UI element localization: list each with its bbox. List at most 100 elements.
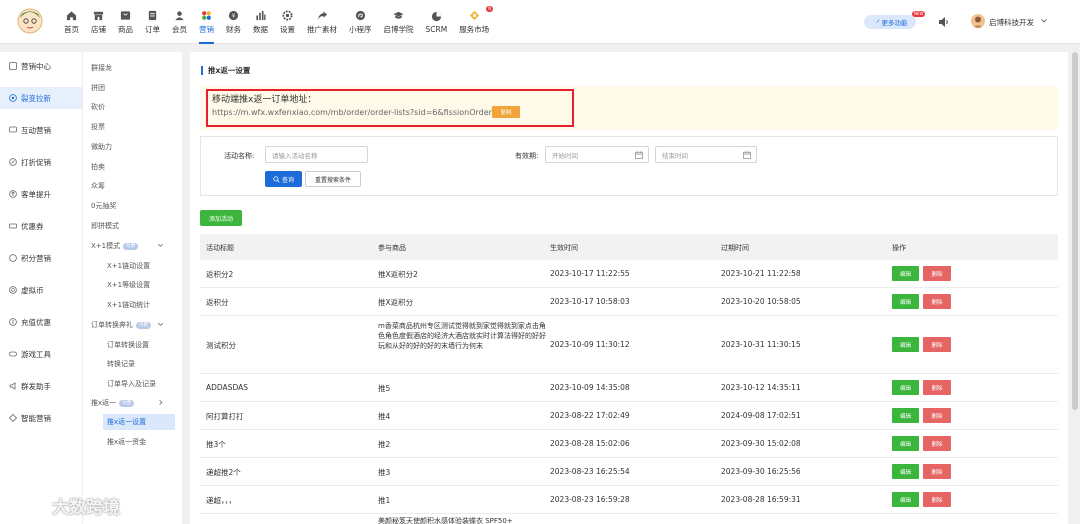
edit-button[interactable]: 编辑	[892, 464, 919, 479]
data-icon	[255, 9, 267, 21]
sidebar-sub-push-settings[interactable]: 推x返一设置	[107, 417, 146, 427]
nav-marketing[interactable]: 营销	[193, 0, 220, 44]
nav-store[interactable]: 店铺	[85, 0, 112, 44]
search-icon	[273, 175, 280, 183]
nav-academy[interactable]: 启博学院	[378, 0, 420, 44]
sidebar-item-marketing-center[interactable]: 营销中心	[0, 55, 82, 77]
more-features-button[interactable]: 更多功能	[864, 15, 916, 29]
edit-button[interactable]: 编辑	[892, 492, 919, 507]
logo-avatar-icon[interactable]	[16, 6, 44, 36]
sidebar-sub-instant-group[interactable]: 即拼模式	[91, 221, 119, 231]
sidebar-sub-auction[interactable]: 拍卖	[91, 162, 105, 172]
page-scrollbar[interactable]	[1072, 52, 1078, 410]
copy-button[interactable]: 复制	[492, 106, 520, 118]
edit-button[interactable]: 编辑	[892, 294, 919, 309]
chevron-right-icon[interactable]	[157, 399, 164, 406]
activity-name-input[interactable]: 请输入活动名称	[265, 146, 368, 163]
delete-button[interactable]: 删除	[923, 436, 951, 451]
delete-button[interactable]: 删除	[923, 266, 951, 281]
page-title: 推x返一设置	[201, 66, 250, 75]
sidebar-group-push-x-return-1[interactable]: 推x返一 付费	[91, 398, 135, 408]
user-name[interactable]: 启博科技开发	[989, 17, 1034, 28]
search-button[interactable]: 查询	[265, 171, 302, 187]
delete-button[interactable]: 删除	[923, 408, 951, 423]
sidebar-item-virtual-coin[interactable]: 虚拟币	[0, 279, 82, 301]
delete-button[interactable]: 删除	[923, 337, 951, 352]
sidebar-sub-push-funds[interactable]: 推x返一资金	[107, 437, 146, 447]
sidebar-item-coupon[interactable]: 优惠券	[0, 215, 82, 237]
sidebar-item-game-tools[interactable]: 游戏工具	[0, 343, 82, 365]
nav-scrm[interactable]: SCRM	[420, 0, 454, 44]
nav-member[interactable]: 会员	[166, 0, 193, 44]
sidebar-sub-x1-stats[interactable]: X+1链动统计	[107, 300, 150, 310]
nav-promo-material[interactable]: 推广素材	[301, 0, 343, 44]
table-row: 递超，，， 推1 2023-08-23 16:59:28 2023-08-28 …	[200, 486, 1058, 514]
sidebar-sub-convert-records[interactable]: 转换记录	[107, 359, 135, 369]
sidebar-item-order-boost[interactable]: 客单提升	[0, 183, 82, 205]
sidebar-item-mass-send[interactable]: 群发助手	[0, 375, 82, 397]
sidebar-sub-pintuan[interactable]: 拼团	[91, 83, 105, 93]
points-icon	[8, 254, 17, 263]
nav-order[interactable]: 订单	[139, 0, 166, 44]
sidebar-sub-group-buy[interactable]: 群接龙	[91, 63, 112, 73]
sidebar-sub-assist[interactable]: 微助力	[91, 142, 112, 152]
sidebar-sub-crowdfund[interactable]: 众筹	[91, 181, 105, 191]
broadcast-icon	[8, 382, 17, 391]
reset-button[interactable]: 重置搜索条件	[305, 171, 361, 187]
sidebar-group-x-plus-1[interactable]: X+1模式 付费	[91, 241, 139, 251]
chevron-down-icon[interactable]	[157, 321, 164, 328]
nav-settings[interactable]: 设置	[274, 0, 301, 44]
table-row: 递超推2个 推3 2023-08-23 16:25:54 2023-09-30 …	[200, 458, 1058, 486]
start-time-input[interactable]: 开始时间	[545, 146, 649, 163]
delete-button[interactable]: 删除	[923, 492, 951, 507]
edit-button[interactable]: 编辑	[892, 436, 919, 451]
gamepad-icon	[8, 350, 17, 359]
chevron-down-icon[interactable]	[157, 242, 164, 249]
sidebar-item-smart-marketing[interactable]: 智能营销	[0, 407, 82, 429]
nav-miniprogram[interactable]: 小程序	[343, 0, 378, 44]
rocket-icon	[873, 18, 880, 25]
nav-product[interactable]: 商品	[112, 0, 139, 44]
delete-button[interactable]: 删除	[923, 294, 951, 309]
sidebar-item-recharge[interactable]: 充值优惠	[0, 311, 82, 333]
sidebar-sub-x1-settings[interactable]: X+1链动设置	[107, 261, 150, 271]
scrm-icon	[430, 10, 442, 22]
speaker-icon[interactable]	[938, 16, 950, 28]
sidebar-sub-x1-levels[interactable]: X+1等级设置	[107, 280, 150, 290]
chevron-down-icon[interactable]	[1040, 17, 1048, 25]
activity-name-label: 活动名称:	[224, 152, 255, 160]
watermark-logo-icon	[8, 496, 47, 514]
sidebar-sub-vote[interactable]: 投票	[91, 122, 105, 132]
sidebar-item-fission[interactable]: 裂变拉新	[0, 87, 82, 109]
col-start: 生效时间	[550, 244, 578, 252]
sidebar-sub-convert-settings[interactable]: 订单转换设置	[107, 340, 149, 350]
sidebar-item-discount[interactable]: 打折促销	[0, 151, 82, 173]
table-row: 美颜秘笈天使颜积水感体验装蝶衣 SPF50+	[200, 514, 1058, 524]
sidebar-sub-order-import[interactable]: 订单导入及记录	[107, 379, 156, 389]
nav-finance[interactable]: ¥ 财务	[220, 0, 247, 44]
sidebar-sub-bargain[interactable]: 砍价	[91, 102, 105, 112]
new-badge: N	[486, 6, 494, 12]
recharge-icon	[8, 318, 17, 327]
end-time-input[interactable]: 结束时间	[655, 146, 757, 163]
sidebar-sub-free-lottery[interactable]: 0元抽奖	[91, 201, 116, 211]
paid-badge: 付费	[123, 242, 139, 250]
nav-data[interactable]: 数据	[247, 0, 274, 44]
more-new-badge: NEW	[912, 11, 926, 17]
fission-icon	[8, 94, 17, 103]
add-activity-button[interactable]: 添加活动	[200, 210, 242, 226]
delete-button[interactable]: 删除	[923, 380, 951, 395]
sidebar-group-order-convert[interactable]: 订单转换奔礼 付费	[91, 320, 151, 330]
nav-home[interactable]: 首页	[58, 0, 85, 44]
edit-button[interactable]: 编辑	[892, 380, 919, 395]
edit-button[interactable]: 编辑	[892, 266, 919, 281]
edit-button[interactable]: 编辑	[892, 337, 919, 352]
table-row: 推3个 推2 2023-08-28 15:02:06 2023-09-30 15…	[200, 430, 1058, 458]
edit-button[interactable]: 编辑	[892, 408, 919, 423]
sidebar-item-interactive[interactable]: 互动营销	[0, 119, 82, 141]
delete-button[interactable]: 删除	[923, 464, 951, 479]
sidebar-item-points[interactable]: 积分营销	[0, 247, 82, 269]
nav-service-market[interactable]: 服务市场 N	[453, 0, 495, 44]
user-avatar[interactable]	[971, 14, 985, 28]
main-content: 推x返一设置 移动端推x返一订单地址： https://m.wfx.wxfenx…	[190, 52, 1068, 524]
